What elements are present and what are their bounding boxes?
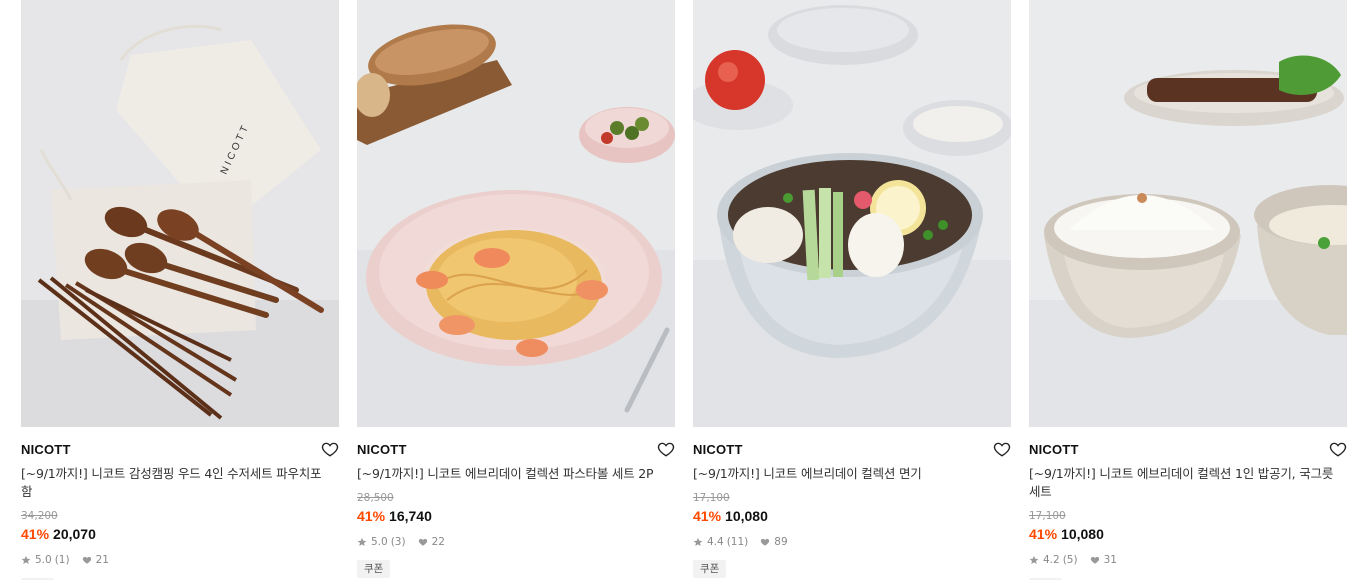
product-card[interactable]: NICOTT [~9/1까지!] 니코트 에브리데이 컬렉션 면기 17,100… [693,0,1011,578]
original-price: 17,100 [693,492,730,504]
product-card[interactable]: NICOTT [~9/1까지!] 니코트 에브리데이 컬렉션 파스타볼 세트 2… [357,0,675,578]
star-icon [21,555,31,565]
heart-outline-icon[interactable] [993,440,1011,458]
sale-price: 20,070 [53,526,96,542]
like-count: 89 [774,536,788,548]
review-stats: 4.4 (11) 89 [693,535,1011,549]
review-stats: 4.2 (5) 31 [1029,553,1347,567]
discount-rate: 41% [21,526,50,542]
original-price: 17,100 [1029,510,1066,522]
product-title[interactable]: [~9/1까지!] 니코트 에브리데이 컬렉션 파스타볼 세트 2P [357,465,675,483]
product-image[interactable] [357,0,675,427]
star-icon [693,537,703,547]
review-count: (1) [54,554,70,566]
review-count: (3) [390,536,406,548]
price-row: 41% 10,080 [1029,525,1347,543]
brand-name[interactable]: NICOTT [1029,441,1347,459]
sale-price: 10,080 [1061,526,1104,542]
original-price: 34,200 [21,510,58,522]
product-card[interactable]: NICOTT [~9/1까지!] 니코트 에브리데이 컬렉션 1인 밥공기, 국… [1029,0,1347,580]
product-image[interactable] [693,0,1011,427]
discount-rate: 41% [357,508,386,524]
heart-filled-icon [82,555,92,565]
product-title[interactable]: [~9/1까지!] 니코트 에브리데이 컬렉션 면기 [693,465,1011,483]
coupon-badge: 쿠폰 [693,560,727,578]
product-image[interactable] [1029,0,1347,427]
heart-outline-icon[interactable] [321,440,339,458]
product-image[interactable]: NICOTT [21,0,339,427]
heart-filled-icon [760,537,770,547]
heart-outline-icon[interactable] [657,440,675,458]
star-icon [357,537,367,547]
original-price: 28,500 [357,492,394,504]
heart-filled-icon [418,537,428,547]
rating-value: 4.4 [707,536,724,548]
product-title[interactable]: [~9/1까지!] 니코트 감성캠핑 우드 4인 수저세트 파우치포함 [21,465,339,501]
like-count: 21 [95,554,109,566]
sale-price: 16,740 [389,508,432,524]
brand-name[interactable]: NICOTT [21,441,339,459]
price-row: 41% 16,740 [357,507,675,525]
rating-value: 5.0 [371,536,388,548]
price-row: 41% 20,070 [21,525,339,543]
brand-name[interactable]: NICOTT [357,441,675,459]
rating-value: 4.2 [1043,554,1060,566]
discount-rate: 41% [693,508,722,524]
brand-name[interactable]: NICOTT [693,441,1011,459]
sale-price: 10,080 [725,508,768,524]
product-title[interactable]: [~9/1까지!] 니코트 에브리데이 컬렉션 1인 밥공기, 국그릇 세트 [1029,465,1347,501]
like-count: 31 [1103,554,1117,566]
review-count: (5) [1062,554,1078,566]
review-stats: 5.0 (3) 22 [357,535,675,549]
review-count: (11) [726,536,749,548]
star-icon [1029,555,1039,565]
product-card[interactable]: NICOTT NICOTT [~9/1까지!] 니코트 감성캠핑 우드 4인 수… [21,0,339,580]
heart-outline-icon[interactable] [1329,440,1347,458]
rating-value: 5.0 [35,554,52,566]
price-row: 41% 10,080 [693,507,1011,525]
review-stats: 5.0 (1) 21 [21,553,339,567]
like-count: 22 [431,536,445,548]
coupon-badge: 쿠폰 [357,560,391,578]
heart-filled-icon [1090,555,1100,565]
discount-rate: 41% [1029,526,1058,542]
